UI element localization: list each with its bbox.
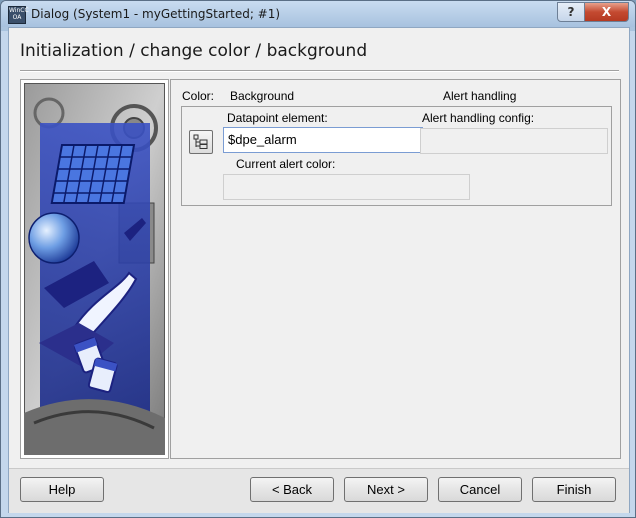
title-bar[interactable]: WinCC OA Dialog (System1 - myGettingStar… — [1, 1, 635, 27]
current-alert-color-label: Current alert color: — [236, 157, 336, 171]
button-bar: Help < Back Next > Cancel Finish — [9, 468, 629, 513]
page-title: Initialization / change color / backgrou… — [20, 41, 368, 61]
wizard-illustration — [20, 79, 169, 459]
alert-handling-config-label: Alert handling config: — [422, 111, 535, 125]
color-label: Color: — [182, 89, 215, 103]
background-label: Background — [230, 89, 295, 103]
datapoint-element-label: Datapoint element: — [227, 111, 328, 125]
finish-button[interactable]: Finish — [532, 477, 616, 502]
datapoint-picker-button[interactable] — [189, 130, 213, 154]
title-divider — [20, 70, 619, 72]
alert-handling-config-field — [420, 128, 608, 154]
wizard-illustration-art — [24, 83, 165, 455]
titlebar-help-button[interactable]: ? — [557, 2, 585, 22]
next-button[interactable]: Next > — [344, 477, 428, 502]
current-alert-color-field — [223, 174, 470, 200]
titlebar-close-button[interactable]: X — [584, 2, 629, 22]
app-icon: WinCC OA — [8, 6, 29, 24]
datapoint-element-input[interactable]: $dpe_alarm — [223, 127, 423, 153]
dialog-client: Initialization / change color / backgrou… — [8, 27, 630, 513]
settings-panel: Color: Background Alert handling Datapoi… — [170, 79, 621, 459]
window-title: Dialog (System1 - myGettingStarted; #1) — [31, 7, 281, 21]
back-button[interactable]: < Back — [250, 477, 334, 502]
help-button[interactable]: Help — [20, 477, 104, 502]
alert-handling-label: Alert handling — [443, 89, 517, 103]
cancel-button[interactable]: Cancel — [438, 477, 522, 502]
tree-browse-icon — [193, 134, 208, 149]
dialog-window: WinCC OA Dialog (System1 - myGettingStar… — [0, 0, 636, 518]
